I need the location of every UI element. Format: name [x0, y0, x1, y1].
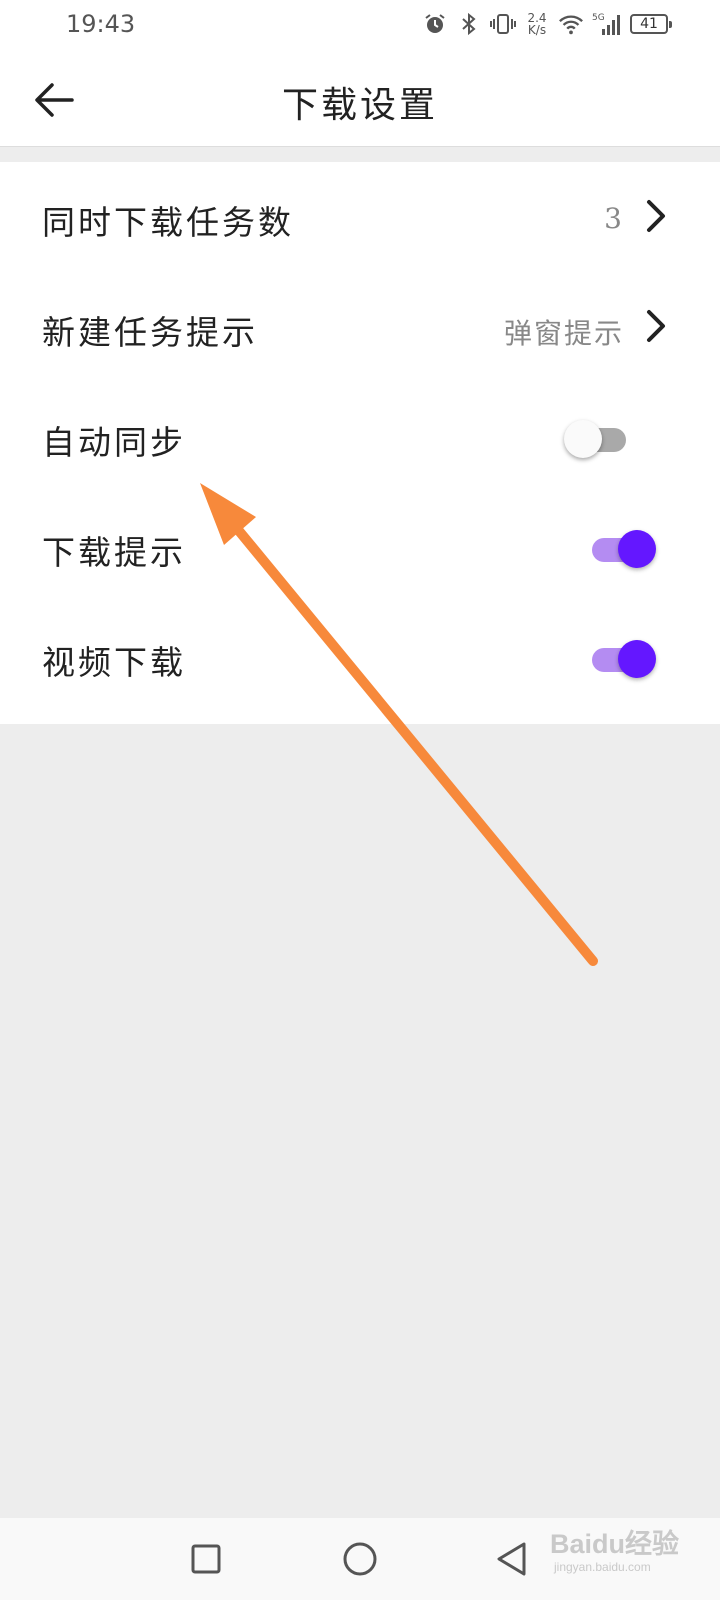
status-icons: 2.4 K/s 5G 41 [422, 9, 672, 39]
chevron-right-icon [647, 310, 665, 342]
setting-label: 自动同步 [42, 423, 186, 462]
watermark: Baidu经验 jingyan.baidu.com [550, 1500, 680, 1590]
page-title: 下载设置 [281, 85, 438, 126]
status-bar: 19:43 2.4 K/s 5G 41 [0, 0, 720, 52]
setting-value: 弹窗提示 [503, 317, 624, 350]
battery-icon: 41 [630, 14, 672, 34]
setting-new-task-prompt[interactable]: 新建任务提示 弹窗提示 [0, 272, 720, 382]
network-speed: 2.4 K/s [524, 12, 550, 36]
app-header: 下载设置 [0, 52, 720, 147]
wifi-icon [558, 11, 584, 37]
video-download-toggle[interactable] [592, 638, 662, 678]
settings-list: 同时下载任务数 3 新建任务提示 弹窗提示 自动同步 下载提示 视频下载 [0, 162, 720, 724]
setting-concurrent-downloads[interactable]: 同时下载任务数 3 [0, 162, 720, 272]
status-time: 19:43 [66, 10, 136, 38]
setting-video-download: 视频下载 [0, 602, 720, 712]
recent-apps-button[interactable] [183, 1536, 229, 1582]
chevron-right-icon [647, 200, 665, 232]
back-nav-button[interactable] [489, 1536, 535, 1582]
recent-apps-icon [191, 1544, 221, 1574]
setting-label: 下载提示 [42, 533, 186, 572]
setting-label: 同时下载任务数 [42, 203, 294, 242]
setting-download-prompt: 下载提示 [0, 492, 720, 602]
home-icon [343, 1542, 377, 1576]
setting-auto-sync: 自动同步 [0, 382, 720, 492]
toggle-knob [618, 640, 656, 678]
setting-value: 3 [604, 202, 624, 235]
toggle-knob [564, 420, 602, 458]
watermark-main: Baidu经验 [550, 1529, 680, 1559]
signal-icon: 5G [592, 11, 622, 37]
alarm-icon [422, 11, 448, 37]
setting-label: 新建任务提示 [42, 313, 258, 352]
toggle-knob [618, 530, 656, 568]
back-triangle-icon [497, 1542, 526, 1576]
download-prompt-toggle[interactable] [592, 528, 662, 568]
home-button[interactable] [337, 1536, 383, 1582]
watermark-sub: jingyan.baidu.com [554, 1560, 651, 1574]
network-type: 5G [592, 13, 605, 23]
vibrate-icon [490, 11, 516, 37]
battery-level: 41 [640, 16, 658, 32]
setting-label: 视频下载 [42, 643, 186, 682]
bluetooth-icon [456, 11, 482, 37]
speed-unit: K/s [527, 23, 547, 37]
auto-sync-toggle[interactable] [564, 418, 646, 458]
